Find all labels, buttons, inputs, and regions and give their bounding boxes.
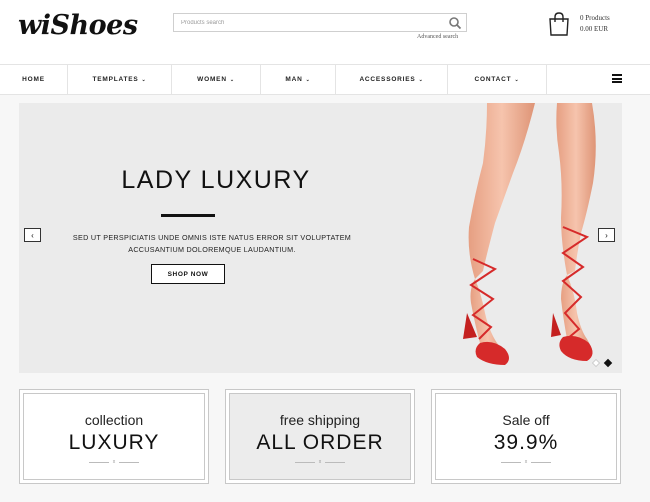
chevron-left-icon: ‹ xyxy=(31,230,34,240)
nav-item-women[interactable]: WOMEN ⌄ xyxy=(172,65,261,94)
promo-divider-mark: x xyxy=(112,459,116,465)
promo-title: LUXURY xyxy=(68,431,160,454)
promo-divider: x xyxy=(230,459,410,465)
promo-card-collection[interactable]: collection LUXURY x xyxy=(19,389,209,484)
promo-divider: x xyxy=(24,459,204,465)
prev-slide-button[interactable]: ‹ xyxy=(24,228,41,242)
nav-item-home[interactable]: HOME xyxy=(0,65,68,94)
promo-card-sale[interactable]: Sale off 39.9% x xyxy=(431,389,621,484)
title-divider xyxy=(161,214,215,217)
promo-card-inner: Sale off 39.9% x xyxy=(435,393,617,480)
chevron-down-icon: ⌄ xyxy=(229,76,235,83)
promo-divider-mark: x xyxy=(318,459,322,465)
promo-title: ALL ORDER xyxy=(256,431,384,454)
chevron-down-icon: ⌄ xyxy=(141,76,147,83)
promo-title: 39.9% xyxy=(493,431,559,454)
menu-icon[interactable] xyxy=(612,74,622,83)
search-input[interactable] xyxy=(174,14,444,31)
nav-item-label: HOME xyxy=(22,76,45,83)
nav-item-contact[interactable]: CONTACT ⌄ xyxy=(448,65,547,94)
nav-item-label: ACCESSORIES xyxy=(359,76,416,83)
promo-subtitle: free shipping xyxy=(279,412,361,428)
search-box xyxy=(173,13,467,32)
search-icon[interactable] xyxy=(448,16,462,30)
shop-now-button[interactable]: SHOP NOW xyxy=(151,264,225,284)
nav-item-man[interactable]: MAN ⌄ xyxy=(261,65,336,94)
hero-text: SED UT PERSPICIATIS UNDE OMNIS ISTE NATU… xyxy=(72,233,352,254)
main-navigation: HOME TEMPLATES ⌄ WOMEN ⌄ MAN ⌄ ACCESSORI… xyxy=(0,64,650,95)
hero-image-legs-heels xyxy=(463,103,596,365)
promo-card-inner: collection LUXURY x xyxy=(23,393,205,480)
promo-card-inner: free shipping ALL ORDER x xyxy=(229,393,411,480)
nav-item-label: MAN xyxy=(285,76,303,83)
site-logo[interactable]: wiShoes xyxy=(18,10,138,41)
promo-subtitle: collection xyxy=(84,412,144,428)
advanced-search-link[interactable]: Advanced search xyxy=(417,34,458,40)
promo-divider: x xyxy=(436,459,616,465)
nav-item-label: TEMPLATES xyxy=(92,76,139,83)
nav-item-templates[interactable]: TEMPLATES ⌄ xyxy=(68,65,172,94)
promo-card-shipping[interactable]: free shipping ALL ORDER x xyxy=(225,389,415,484)
chevron-down-icon: ⌄ xyxy=(418,76,424,83)
nav-item-accessories[interactable]: ACCESSORIES ⌄ xyxy=(336,65,448,94)
hero-slider: LADY LUXURY SED UT PERSPICIATIS UNDE OMN… xyxy=(19,103,622,373)
shopping-bag-icon[interactable] xyxy=(548,12,570,36)
promo-subtitle: Sale off xyxy=(502,412,550,428)
nav-item-label: WOMEN xyxy=(197,76,227,83)
site-header: wiShoes Advanced search 0 Products 0.00 … xyxy=(0,0,650,64)
promo-divider-mark: x xyxy=(524,459,528,465)
cart-count[interactable]: 0 Products xyxy=(580,14,610,22)
chevron-down-icon: ⌄ xyxy=(514,76,520,83)
nav-item-label: CONTACT xyxy=(474,76,512,83)
cart-total: 0.00 EUR xyxy=(580,25,608,33)
hero-title: LADY LUXURY xyxy=(121,166,311,194)
chevron-down-icon: ⌄ xyxy=(305,76,311,83)
